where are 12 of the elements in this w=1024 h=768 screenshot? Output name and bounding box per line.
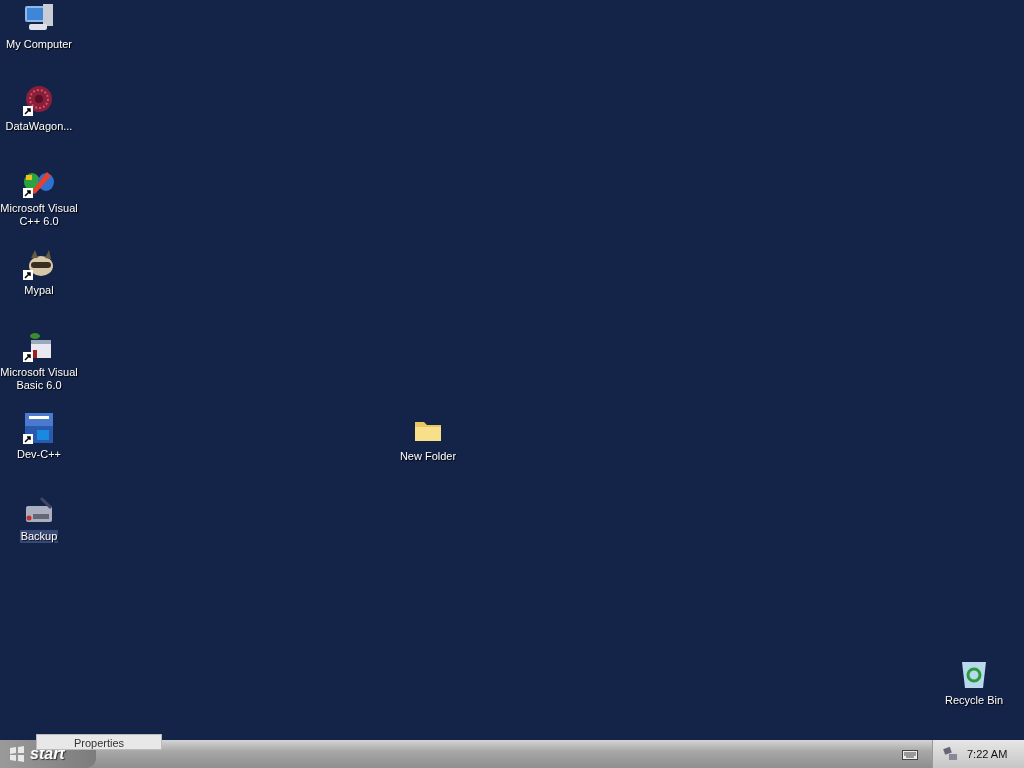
icon-label[interactable]: Recycle Bin — [943, 694, 1005, 707]
windows-logo-icon — [8, 745, 26, 763]
icon-label[interactable]: My Computer — [5, 38, 73, 51]
icon-label[interactable]: Mypal — [23, 284, 55, 297]
icon-label[interactable]: Dev-C++ — [16, 448, 62, 461]
icon-label[interactable]: Backup — [19, 530, 59, 543]
icon-label[interactable]: New Folder — [398, 450, 458, 463]
icon-label[interactable]: Microsoft Visual Basic 6.0 — [0, 366, 81, 392]
icon-label[interactable]: DataWagon... — [4, 120, 74, 133]
keyboard-icon[interactable] — [902, 748, 918, 760]
clock[interactable]: 7:22 AM — [967, 748, 1008, 760]
icon-label[interactable]: Microsoft Visual C++ 6.0 — [0, 202, 81, 228]
